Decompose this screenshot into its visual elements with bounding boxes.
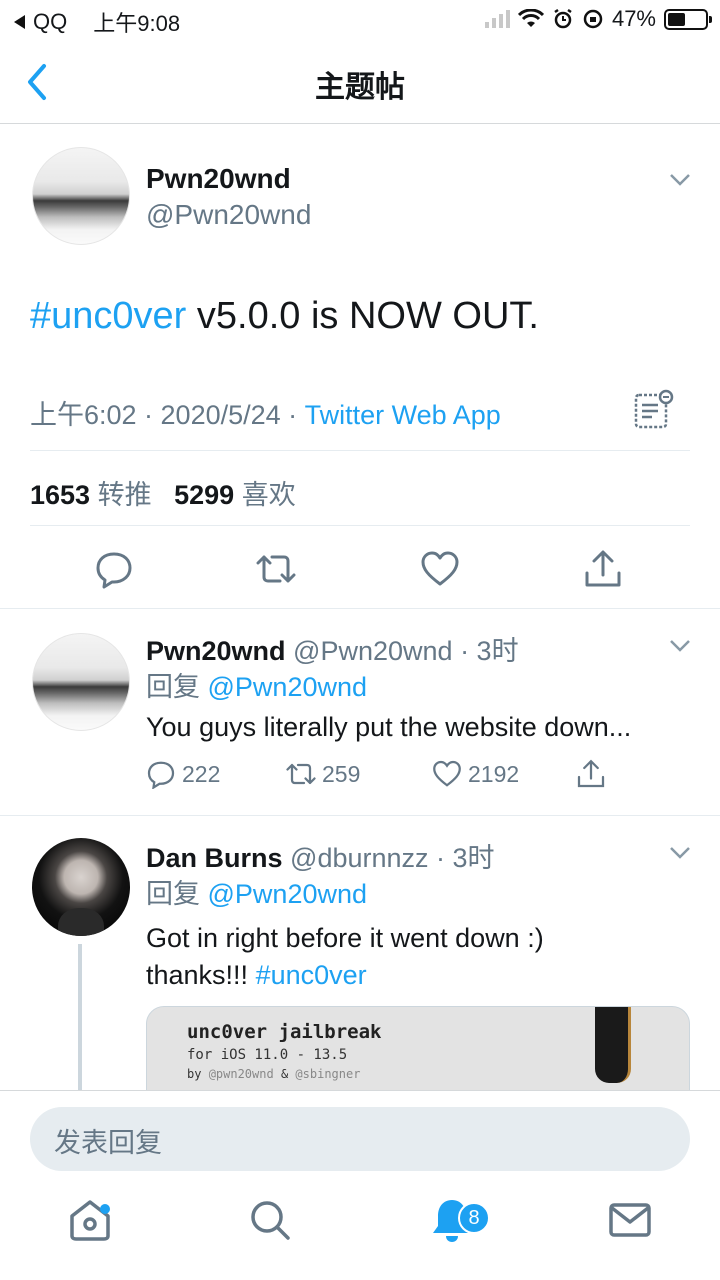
link-card[interactable]: unc0ver jailbreak for iOS 11.0 - 13.5 by…	[146, 1006, 690, 1090]
mention-link[interactable]: @Pwn20wnd	[208, 879, 368, 909]
hashtag-link[interactable]: #unc0ver	[256, 960, 367, 990]
nav-bar: 主题帖	[0, 40, 720, 124]
reply-tweet[interactable]: Pwn20wnd @Pwn20wnd · 3时 回复 @Pwn20wnd You…	[0, 609, 720, 816]
tab-search[interactable]	[246, 1196, 294, 1244]
like-icon	[433, 760, 461, 787]
retweet-icon	[286, 763, 316, 785]
reply-header: Pwn20wnd @Pwn20wnd · 3时	[146, 629, 519, 668]
page-title: 主题帖	[315, 71, 405, 104]
reply-prefix: 回复	[146, 672, 200, 702]
retweets-count[interactable]: 1653	[30, 480, 90, 510]
search-icon	[251, 1201, 290, 1240]
home-icon	[70, 1200, 110, 1241]
likes-count[interactable]: 5299	[174, 480, 234, 510]
reply-time: · 3时	[460, 636, 519, 666]
home-unread-dot	[100, 1204, 110, 1214]
reply-actions: 222 259 2192	[146, 759, 706, 793]
share-icon	[577, 759, 605, 788]
reply-tweet[interactable]: Dan Burns @dburnnzz · 3时 回复 @Pwn20wnd Go…	[0, 816, 720, 1090]
reply-header: Dan Burns @dburnnzz · 3时	[146, 836, 495, 875]
reply-button[interactable]: 222	[146, 759, 220, 789]
reply-text-line: Got in right before it went down :)	[146, 923, 544, 953]
reply-icon	[147, 761, 175, 789]
like-button[interactable]: 2192	[432, 759, 519, 789]
notifications-badge: 8	[458, 1202, 490, 1234]
likes-label[interactable]: 喜欢	[242, 480, 296, 510]
tweet-actions	[0, 545, 720, 595]
replying-to: 回复 @Pwn20wnd	[146, 665, 367, 704]
battery-icon	[664, 8, 712, 30]
like-icon[interactable]	[420, 549, 460, 589]
reply-time: · 3时	[436, 843, 495, 873]
author-name[interactable]: Pwn20wnd	[146, 163, 291, 195]
reply-text-line: thanks!!! #unc0ver	[146, 957, 706, 994]
reply-text: You guys literally put the website down.…	[146, 712, 632, 742]
reply-author-name[interactable]: Dan Burns	[146, 843, 283, 873]
tab-bar: 8	[0, 1182, 720, 1280]
card-title: unc0ver jailbreak	[187, 1021, 382, 1043]
replying-to: 回复 @Pwn20wnd	[146, 872, 367, 911]
reply-input[interactable]: 发表回复	[30, 1107, 690, 1171]
card-authors: by @pwn20wnd & @sbingner	[187, 1067, 360, 1081]
chevron-down-icon[interactable]	[669, 173, 691, 187]
card-author: @sbingner	[295, 1067, 361, 1081]
tweet-source-link[interactable]: Twitter Web App	[305, 400, 501, 430]
tab-home[interactable]	[66, 1196, 114, 1244]
reply-text-part: thanks!!!	[146, 960, 256, 990]
retweets-label[interactable]: 转推	[98, 480, 152, 510]
mail-icon	[609, 1203, 651, 1237]
status-time: 上午9:08	[93, 11, 181, 36]
share-icon[interactable]	[583, 549, 623, 589]
tab-messages[interactable]	[606, 1196, 654, 1244]
tweet-stats: 1653 转推 5299 喜欢	[30, 473, 296, 512]
main-tweet: Pwn20wnd @Pwn20wnd #unc0ver v5.0.0 is NO…	[0, 125, 720, 609]
phone-image	[595, 1007, 631, 1083]
reply-icon[interactable]	[94, 549, 134, 589]
avatar[interactable]	[32, 633, 130, 731]
like-count: 2192	[468, 760, 520, 787]
thread-content[interactable]: Pwn20wnd @Pwn20wnd #unc0ver v5.0.0 is NO…	[0, 125, 720, 1090]
chevron-down-icon[interactable]	[669, 639, 691, 653]
tweet-body: v5.0.0 is NOW OUT.	[186, 295, 539, 337]
hashtag-link[interactable]: #unc0ver	[30, 295, 186, 337]
divider	[30, 525, 690, 526]
retweet-count: 259	[322, 760, 361, 787]
card-by: by	[187, 1067, 202, 1081]
reply-author-name[interactable]: Pwn20wnd	[146, 636, 286, 666]
reply-author-handle[interactable]: @dburnnzz	[290, 843, 428, 873]
back-arrow-icon[interactable]	[14, 15, 25, 29]
reply-author-handle[interactable]: @Pwn20wnd	[293, 636, 453, 666]
signal-icon	[484, 10, 510, 28]
card-subtitle: for iOS 11.0 - 13.5	[187, 1047, 348, 1063]
card-author: @pwn20wnd	[208, 1067, 274, 1081]
retweet-button[interactable]: 259	[286, 759, 360, 789]
avatar[interactable]	[32, 147, 130, 245]
tweet-text: #unc0ver v5.0.0 is NOW OUT.	[30, 295, 539, 338]
author-handle[interactable]: @Pwn20wnd	[146, 199, 311, 231]
wifi-icon	[517, 9, 544, 27]
battery-percent: 47%	[611, 6, 656, 31]
mention-link[interactable]: @Pwn20wnd	[208, 672, 368, 702]
orientation-lock-icon	[583, 9, 603, 29]
back-app-label[interactable]: QQ	[33, 9, 67, 35]
analytics-icon[interactable]	[634, 389, 676, 431]
alarm-icon	[554, 8, 572, 29]
reply-prefix: 回复	[146, 879, 200, 909]
thread-line	[78, 944, 82, 1090]
tweet-meta: 上午6:02 · 2020/5/24 · Twitter Web App	[30, 393, 501, 432]
avatar[interactable]	[32, 838, 130, 936]
retweet-icon[interactable]	[256, 549, 296, 589]
reply-count: 222	[182, 760, 221, 787]
divider	[30, 450, 690, 451]
status-bar: QQ 上午9:08 47%	[0, 0, 720, 40]
card-amp: &	[280, 1067, 289, 1081]
chevron-down-icon[interactable]	[669, 846, 691, 860]
tweet-timestamp: 上午6:02 · 2020/5/24 ·	[30, 400, 305, 430]
share-button[interactable]	[576, 759, 606, 789]
compose-bar: 发表回复	[0, 1090, 720, 1182]
reply-text: Got in right before it went down :) than…	[146, 920, 706, 994]
